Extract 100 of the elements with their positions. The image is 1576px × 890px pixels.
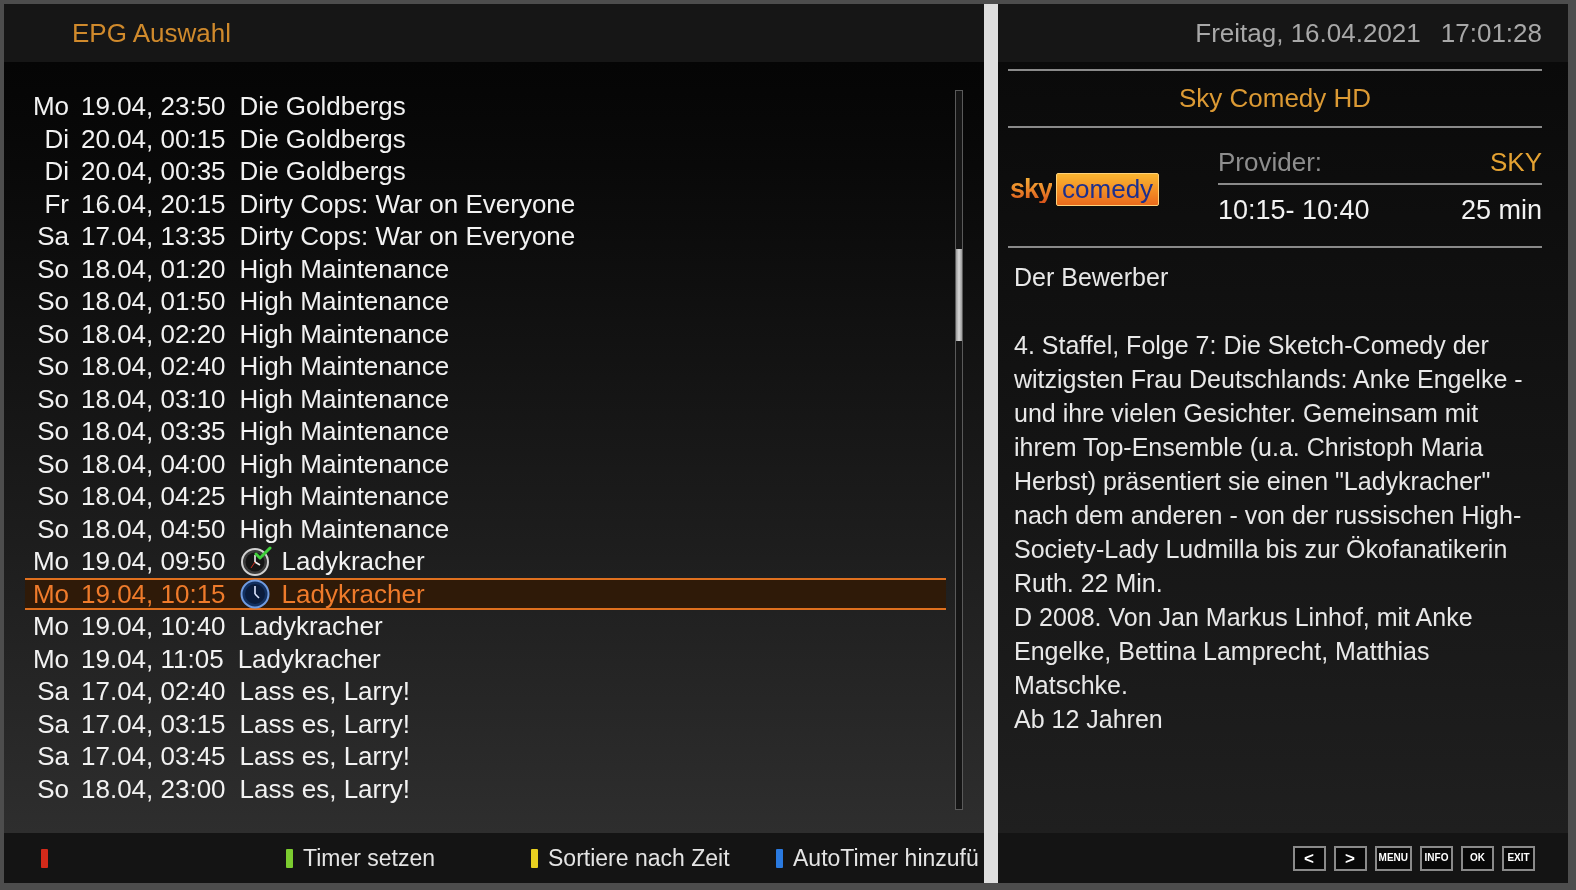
programme-title: High Maintenance bbox=[239, 385, 450, 412]
date-time-label: 18.04, 03:35 bbox=[81, 418, 226, 445]
key-hint-label: Timer setzen bbox=[303, 843, 436, 873]
programme-title: Ladykracher bbox=[281, 548, 425, 575]
time-range: 10:15- 10:40 bbox=[1218, 193, 1370, 227]
epg-row[interactable]: Mo 19.04, 11:05 Ladykracher bbox=[25, 642, 946, 675]
duration-label: 25 min bbox=[1460, 193, 1542, 227]
day-label: Mo bbox=[31, 93, 69, 120]
epg-row[interactable]: Sa 17.04, 03:15 Lass es, Larry! bbox=[25, 707, 946, 740]
event-title: Der Bewerber bbox=[1014, 262, 1170, 293]
scrollbar-thumb[interactable] bbox=[956, 249, 962, 341]
date-time-label: 19.04, 09:50 bbox=[81, 548, 226, 575]
date-time-label: 19.04, 10:15 bbox=[81, 580, 226, 607]
epg-row[interactable]: So 18.04, 23:00 Lass es, Larry! bbox=[25, 772, 946, 805]
date-time-label: 17.04, 03:45 bbox=[81, 743, 226, 770]
programme-title: High Maintenance bbox=[239, 450, 450, 477]
epg-row[interactable]: So 18.04, 04:50 High Maintenance bbox=[25, 512, 946, 545]
remote-key: < bbox=[1292, 845, 1326, 871]
day-label: Fr bbox=[43, 190, 69, 217]
day-label: Sa bbox=[36, 223, 69, 250]
time-label: 17:01:28 bbox=[1440, 16, 1542, 50]
epg-row[interactable]: Sa 17.04, 02:40 Lass es, Larry! bbox=[25, 675, 946, 708]
programme-title: Dirty Cops: War on Everyone bbox=[239, 223, 576, 250]
day-label: Sa bbox=[36, 678, 69, 705]
epg-row[interactable]: Mo 19.04, 23:50 Die Goldbergs bbox=[25, 90, 946, 123]
programme-title: Ladykracher bbox=[239, 613, 383, 640]
day-label: Mo bbox=[31, 613, 69, 640]
date-time-label: 17.04, 13:35 bbox=[81, 223, 226, 250]
event-description: 4. Staffel, Folge 7: Die Sketch-Comedy der witzigsten Frau Deutschlands: Anke Engelke - und ihre vielen Gesichter. Gemeinsam mit ihrem Top-Ensemble (u.a. Christoph Maria Herbst) präsentiert sie einen "Ladykracher" nach dem anderen - von der russischen High-Society-Lady Ludmilla bis zur Ökofanatikerin Ruth. 22 Min. bbox=[1014, 330, 1524, 599]
clock-icon bbox=[239, 578, 272, 609]
epg-row[interactable]: So 18.04, 03:10 High Maintenance bbox=[25, 382, 946, 415]
day-label: So bbox=[36, 418, 69, 445]
day-label: So bbox=[36, 353, 69, 380]
day-label: Mo bbox=[31, 548, 69, 575]
epg-row[interactable]: So 18.04, 03:35 High Maintenance bbox=[25, 415, 946, 448]
programme-title: High Maintenance bbox=[239, 288, 450, 315]
epg-row[interactable]: Di 20.04, 00:35 Die Goldbergs bbox=[25, 155, 946, 188]
day-label: Sa bbox=[36, 710, 69, 737]
day-label: Di bbox=[43, 125, 69, 152]
epg-row[interactable]: Sa 17.04, 13:35 Dirty Cops: War on Everyone bbox=[25, 220, 946, 253]
epg-row[interactable]: Di 20.04, 00:15 Die Goldbergs bbox=[25, 122, 946, 155]
remote-key: > bbox=[1333, 845, 1367, 871]
clock-check-icon bbox=[239, 546, 272, 577]
epg-row[interactable]: So 18.04, 02:40 High Maintenance bbox=[25, 350, 946, 383]
key-hint-label: AutoTimer hinzufü bbox=[793, 843, 979, 873]
programme-title: High Maintenance bbox=[239, 418, 450, 445]
epg-row[interactable]: Sa 17.04, 03:45 Lass es, Larry! bbox=[25, 740, 946, 773]
screen-title: EPG Auswahl bbox=[72, 16, 231, 50]
date-time-label: 18.04, 02:20 bbox=[81, 320, 226, 347]
event-description: D 2008. Von Jan Markus Linhof, mit Anke Engelke, Bettina Lamprecht, Matthias Matschke. bbox=[1014, 602, 1474, 701]
day-label: Mo bbox=[31, 580, 69, 607]
epg-row[interactable]: Mo 19.04, 10:40 Ladykracher bbox=[25, 610, 946, 643]
event-description: Ab 12 Jahren bbox=[1014, 704, 1164, 735]
day-label: So bbox=[36, 385, 69, 412]
programme-title: Die Goldbergs bbox=[239, 93, 406, 120]
key-hint-label: Sortiere nach Zeit bbox=[548, 843, 730, 873]
epg-row[interactable]: Mo 19.04, 09:50 Ladykracher bbox=[25, 545, 946, 578]
programme-title: High Maintenance bbox=[239, 320, 450, 347]
day-label: Sa bbox=[36, 743, 69, 770]
epg-row[interactable]: So 18.04, 01:50 High Maintenance bbox=[25, 285, 946, 318]
date-time-label: 17.04, 03:15 bbox=[81, 710, 226, 737]
day-label: So bbox=[36, 255, 69, 282]
date-time-label: 19.04, 10:40 bbox=[81, 613, 226, 640]
date-time-label: 19.04, 11:05 bbox=[81, 645, 224, 672]
channel-logo: sky comedy bbox=[1010, 172, 1160, 206]
date-time-label: 18.04, 01:20 bbox=[81, 255, 226, 282]
day-label: Di bbox=[43, 158, 69, 185]
day-label: So bbox=[36, 483, 69, 510]
date-time-label: 18.04, 04:50 bbox=[81, 515, 226, 542]
date-time-label: 17.04, 02:40 bbox=[81, 678, 226, 705]
epg-row[interactable]: So 18.04, 04:00 High Maintenance bbox=[25, 447, 946, 480]
scrollbar-track[interactable] bbox=[955, 90, 963, 810]
date-time-label: 19.04, 23:50 bbox=[81, 93, 226, 120]
channel-name: Sky Comedy HD bbox=[1178, 82, 1372, 115]
programme-title: High Maintenance bbox=[239, 515, 450, 542]
date-time-label: 18.04, 01:50 bbox=[81, 288, 226, 315]
date-time-label: 18.04, 03:10 bbox=[81, 385, 226, 412]
programme-title: High Maintenance bbox=[239, 353, 450, 380]
provider-value: SKY bbox=[1489, 145, 1542, 179]
date-time-label: 18.04, 04:25 bbox=[81, 483, 226, 510]
epg-row[interactable]: Mo 19.04, 10:15 Ladykracher bbox=[25, 577, 946, 610]
day-label: So bbox=[36, 515, 69, 542]
programme-title: Lass es, Larry! bbox=[239, 678, 411, 705]
programme-title: High Maintenance bbox=[239, 483, 450, 510]
date-time-label: 20.04, 00:35 bbox=[81, 158, 226, 185]
programme-title: High Maintenance bbox=[239, 255, 450, 282]
epg-row[interactable]: So 18.04, 04:25 High Maintenance bbox=[25, 480, 946, 513]
date-time-label: 18.04, 02:40 bbox=[81, 353, 226, 380]
remote-key: EXIT bbox=[1502, 845, 1535, 871]
programme-title: Die Goldbergs bbox=[239, 158, 406, 185]
epg-row[interactable]: So 18.04, 01:20 High Maintenance bbox=[25, 252, 946, 285]
day-label: So bbox=[36, 288, 69, 315]
epg-row[interactable]: So 18.04, 02:20 High Maintenance bbox=[25, 317, 946, 350]
day-label: So bbox=[36, 320, 69, 347]
epg-row[interactable]: Fr 16.04, 20:15 Dirty Cops: War on Everyone bbox=[25, 187, 946, 220]
programme-title: Lass es, Larry! bbox=[239, 743, 411, 770]
day-label: Mo bbox=[31, 645, 69, 672]
programme-title: Dirty Cops: War on Everyone bbox=[239, 190, 576, 217]
date-time-label: 20.04, 00:15 bbox=[81, 125, 226, 152]
programme-title: Lass es, Larry! bbox=[239, 710, 411, 737]
